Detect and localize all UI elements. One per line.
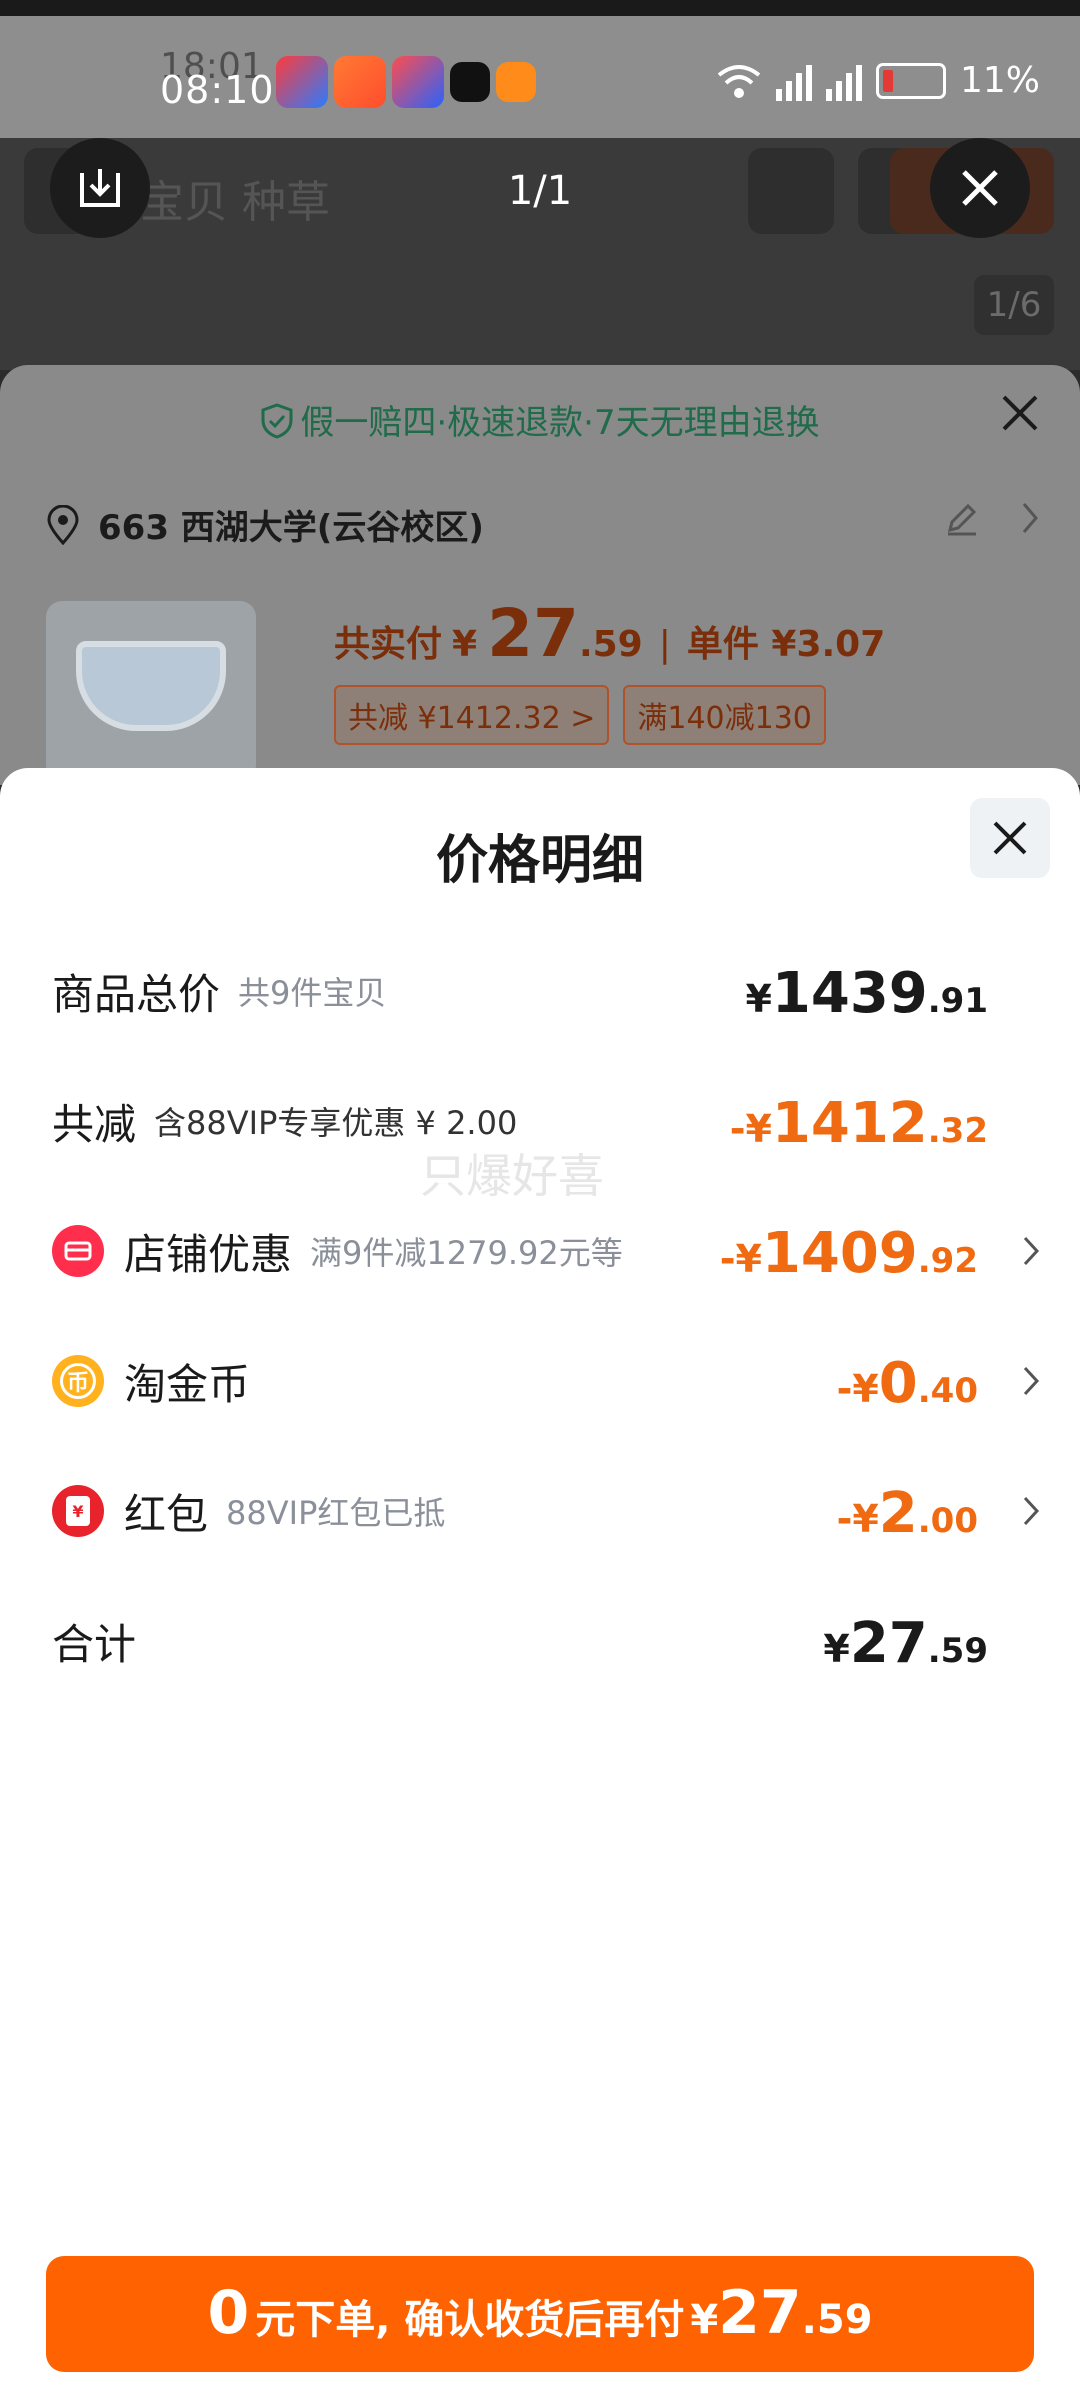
location-pin-icon [47, 504, 79, 545]
tag-promo: 满140减130 [623, 685, 826, 745]
paid-currency: ¥ [452, 624, 478, 665]
row-amount: -¥ 0.40 [837, 1341, 978, 1421]
row-grand-total: 合计 ¥27.59 [52, 1601, 1040, 1681]
battery-level: 11% [959, 60, 1040, 101]
row-sub: 满9件减1279.92元等 [310, 1234, 623, 1272]
separator: | [658, 624, 671, 665]
address-row[interactable]: 663 西湖大学(云谷校区) [46, 500, 484, 549]
cta-zero: 0 [207, 2278, 250, 2348]
tag-total-discount[interactable]: 共减 ¥1412.32 > [334, 685, 610, 745]
row-goods-total: 商品总价 共9件宝贝 ¥1439.91 [52, 951, 1040, 1031]
row-amount: -¥ 1412.32 [730, 1081, 988, 1161]
discount-tags: 共减 ¥1412.32 > 满140减130 [334, 685, 826, 745]
amount-int: 1439 [771, 961, 928, 1026]
paid-summary: 共实付 ¥ 27.59 | 单件 ¥3.07 [334, 595, 885, 672]
app-icon [392, 56, 444, 108]
status-time: 08:10 [160, 68, 275, 112]
amount-dec: .00 [917, 1501, 978, 1541]
amount-int: 1409 [761, 1221, 918, 1286]
signal-icon [775, 61, 812, 101]
amount-dec: .32 [927, 1111, 988, 1151]
row-label: 店铺优惠 [124, 1229, 293, 1279]
chevron-right-icon [1023, 1496, 1040, 1526]
guarantee-text: 假一赔四·极速退款·7天无理由退换 [300, 403, 820, 443]
row-sub: 含88VIP专享优惠 ¥ 2.00 [154, 1104, 518, 1142]
close-icon [993, 821, 1027, 855]
cta-text: 元下单, 确认收货后再付 [255, 2297, 685, 2343]
paid-label: 共实付 [334, 624, 443, 665]
amount-currency: -¥ [836, 1367, 879, 1411]
amount-dec: .91 [927, 981, 988, 1021]
row-amount: ¥1439.91 [745, 951, 988, 1031]
row-sub: 88VIP红包已抵 [226, 1494, 446, 1532]
row-amount: ¥27.59 [823, 1601, 988, 1681]
red-packet-icon: ¥ [52, 1485, 104, 1537]
notification-icons [276, 56, 536, 108]
row-amount: -¥ 1409.92 [720, 1211, 978, 1291]
shield-icon [261, 403, 293, 439]
amount-int: 0 [878, 1351, 918, 1416]
chevron-right-icon [1023, 1236, 1040, 1266]
price-detail-panel: 价格明细 商品总价 共9件宝贝 ¥1439.91 共减 含88VIP专享优惠 ¥… [0, 768, 1080, 2400]
close-viewer-button[interactable] [930, 138, 1030, 238]
shop-icon [52, 1225, 104, 1277]
submit-order-button[interactable]: 0 元下单, 确认收货后再付 ¥27.59 [46, 2256, 1034, 2372]
close-icon [962, 170, 998, 206]
paid-int: 27 [487, 595, 579, 672]
watermark: 只爆好喜 [420, 1149, 604, 1203]
row-red-packet[interactable]: ¥ 红包 88VIP红包已抵 -¥ 2.00 [52, 1471, 1040, 1551]
amount-dec: .40 [917, 1371, 978, 1411]
row-label: 淘金币 [124, 1359, 251, 1409]
amount-currency: ¥ [823, 1627, 850, 1671]
panel-title: 价格明细 [435, 831, 644, 891]
close-icon[interactable] [1000, 393, 1040, 433]
unit-price: 单件 ¥3.07 [686, 624, 886, 665]
row-label: 红包 [124, 1489, 209, 1539]
chevron-right-icon [1023, 1366, 1040, 1396]
status-strip [0, 0, 1080, 16]
app-icon [334, 56, 386, 108]
status-right: 11% [716, 60, 1040, 101]
row-label: 合计 [52, 1619, 137, 1669]
row-amount: -¥ 2.00 [837, 1471, 978, 1551]
chevron-right-icon [1022, 503, 1038, 533]
status-bar: 18:01 08:10 11% [0, 16, 1080, 138]
amount-currency: -¥ [836, 1497, 879, 1541]
address-actions [944, 500, 1040, 536]
amount-dec: .59 [927, 1631, 988, 1671]
address-text: 663 西湖大学(云谷校区) [98, 508, 484, 548]
amount-int: 27 [849, 1611, 928, 1676]
wifi-icon [717, 64, 761, 98]
panel-close-button[interactable] [970, 798, 1050, 878]
paid-dec: .59 [578, 624, 643, 665]
row-taojinbi[interactable]: 币 淘金币 -¥ 0.40 [52, 1341, 1040, 1421]
product-thumbnail[interactable] [46, 601, 256, 781]
cta-dec: .59 [801, 2297, 873, 2343]
guarantee-banner: 假一赔四·极速退款·7天无理由退换 [0, 395, 1080, 444]
amount-dec: .92 [917, 1241, 978, 1281]
cta-int: 27 [718, 2278, 802, 2348]
battery-icon [875, 62, 946, 99]
image-counter: 1/6 [974, 275, 1054, 335]
row-sub: 共9件宝贝 [238, 974, 387, 1012]
app-icon [496, 62, 536, 102]
amount-currency: ¥ [745, 977, 772, 1021]
order-sheet-dimmed: 假一赔四·极速退款·7天无理由退换 663 西湖大学(云谷校区) 共实付 ¥ 2… [0, 365, 1080, 785]
app-icon [450, 62, 490, 102]
amount-int: 2 [878, 1481, 918, 1546]
share-button-ghost [748, 148, 834, 234]
app-icon [276, 56, 328, 108]
amount-int: 1412 [771, 1091, 928, 1156]
row-shop-discount[interactable]: 店铺优惠 满9件减1279.92元等 -¥ 1409.92 [52, 1211, 1040, 1291]
cta-currency: ¥ [690, 2297, 719, 2343]
amount-currency: -¥ [729, 1107, 772, 1151]
edit-icon[interactable] [944, 500, 980, 536]
coin-icon: 币 [52, 1355, 104, 1407]
row-label: 商品总价 [52, 969, 221, 1019]
signal-icon [825, 61, 862, 101]
amount-currency: -¥ [719, 1237, 762, 1281]
row-label: 共减 [52, 1099, 137, 1149]
viewer-bar: 宝贝 种草 1/1 [0, 138, 1080, 258]
